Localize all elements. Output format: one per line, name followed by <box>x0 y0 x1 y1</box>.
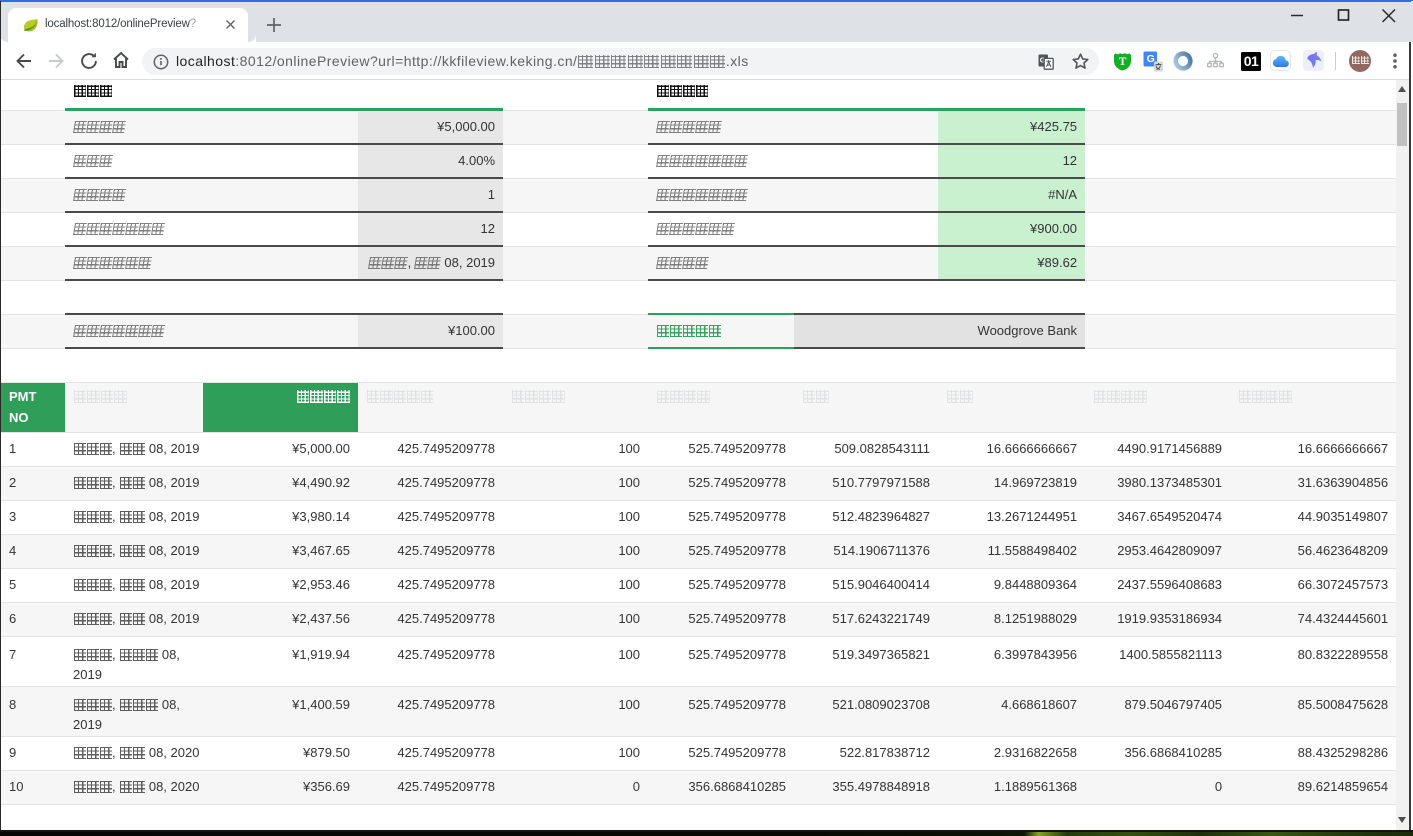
svg-text:G: G <box>1147 53 1155 65</box>
svg-text:T: T <box>1119 56 1127 68</box>
